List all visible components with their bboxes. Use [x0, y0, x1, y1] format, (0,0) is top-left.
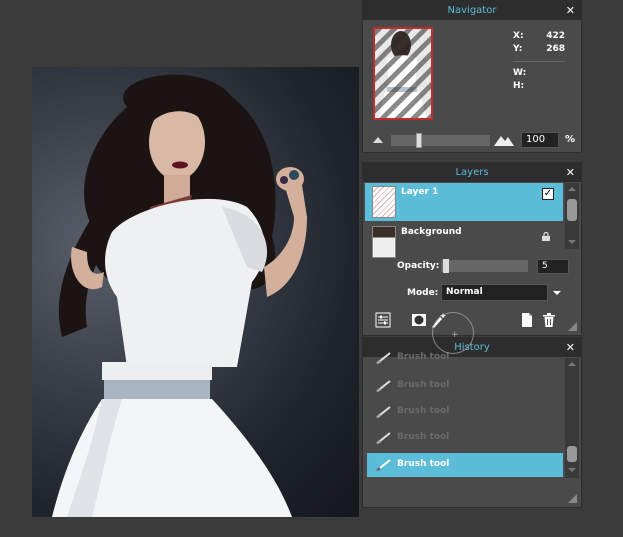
scroll-up-icon[interactable] [568, 187, 576, 191]
zoom-slider[interactable] [391, 133, 490, 148]
image-canvas[interactable] [32, 67, 359, 517]
navigator-title: Navigator [447, 5, 497, 16]
zoom-out-icon[interactable] [373, 137, 383, 143]
trash-icon[interactable] [541, 312, 557, 328]
navigator-close-icon[interactable]: ✕ [566, 1, 575, 20]
navigator-titlebar[interactable]: Navigator ✕ [363, 1, 581, 20]
navigator-thumbnail[interactable] [373, 27, 433, 120]
layer-row-layer-1[interactable]: Layer 1 ✓ [365, 183, 563, 221]
history-item-active[interactable]: Brush tool [367, 453, 563, 477]
zoom-in-icon[interactable] [494, 132, 514, 146]
scroll-down-icon[interactable] [568, 468, 576, 472]
layers-title: Layers [455, 167, 489, 178]
history-item[interactable]: Brush tool [367, 374, 563, 398]
layer-mask-icon[interactable] [411, 312, 427, 328]
layers-close-icon[interactable]: ✕ [566, 163, 575, 182]
opacity-label: Opacity: [397, 261, 440, 271]
brush-icon [376, 406, 391, 418]
layer-name: Layer 1 [401, 187, 439, 197]
y-value: 268 [546, 44, 565, 54]
layers-scrollbar[interactable] [565, 183, 579, 249]
layer-thumbnail [372, 186, 396, 218]
zoom-input[interactable]: 100 [521, 132, 559, 148]
layers-panel: Layers ✕ Layer 1 ✓ Background Opacity: 5… [362, 162, 582, 336]
layer-name: Background [401, 227, 462, 237]
divider [513, 61, 565, 62]
zoom-control: 100 % [371, 132, 576, 148]
navigator-viewport-overlay [375, 29, 431, 118]
brush-icon [376, 459, 391, 471]
resize-grip-icon[interactable] [568, 494, 577, 503]
history-item[interactable]: Brush tool [367, 400, 563, 424]
history-item-label: Brush tool [397, 459, 450, 469]
blend-mode-select[interactable]: Normal [441, 284, 548, 301]
zoom-unit: % [565, 134, 576, 145]
scroll-up-icon[interactable] [568, 362, 576, 366]
navigator-panel: Navigator ✕ X: 422 Y: 268 W: H: 100 % [362, 0, 582, 153]
history-item-label: Brush tool [397, 380, 450, 390]
cursor-crosshair-icon: + [451, 330, 459, 340]
opacity-input[interactable]: 5 [537, 259, 569, 274]
history-close-icon[interactable]: ✕ [566, 338, 575, 357]
history-item-label: Brush tool [397, 406, 450, 416]
layer-thumbnail [372, 226, 396, 258]
w-label: W: [513, 68, 527, 78]
layer-row-background[interactable]: Background [365, 223, 563, 261]
opacity-slider[interactable] [441, 259, 528, 273]
layers-titlebar[interactable]: Layers ✕ [363, 163, 581, 182]
mode-label: Mode: [407, 288, 439, 298]
y-label: Y: [513, 44, 523, 54]
resize-grip-icon[interactable] [568, 322, 577, 331]
chevron-down-icon[interactable] [553, 291, 561, 295]
history-item[interactable]: Brush tool [367, 426, 563, 450]
history-item[interactable]: Brush tool [367, 350, 563, 368]
history-panel: History ✕ Brush tool Brush tool Brush to… [362, 337, 582, 508]
x-value: 422 [546, 31, 565, 41]
x-label: X: [513, 31, 524, 41]
layer-visibility-checkbox[interactable]: ✓ [542, 188, 554, 200]
opacity-slider-handle[interactable] [443, 259, 449, 273]
scroll-down-icon[interactable] [568, 240, 576, 244]
cursor-coordinates: X: 422 Y: 268 W: H: [513, 31, 565, 94]
history-scrollbar[interactable] [565, 358, 579, 478]
new-layer-icon[interactable] [519, 312, 535, 328]
brush-icon [376, 352, 391, 364]
brush-icon [376, 432, 391, 444]
brush-icon [376, 380, 391, 392]
lock-icon [542, 232, 550, 241]
scrollbar-thumb[interactable] [567, 446, 577, 462]
history-item-label: Brush tool [397, 352, 450, 362]
zoom-slider-handle[interactable] [416, 133, 422, 148]
h-label: H: [513, 81, 525, 91]
history-item-label: Brush tool [397, 432, 450, 442]
portrait-photo [52, 74, 307, 517]
scrollbar-thumb[interactable] [567, 199, 577, 221]
layer-styles-icon[interactable] [375, 312, 391, 328]
